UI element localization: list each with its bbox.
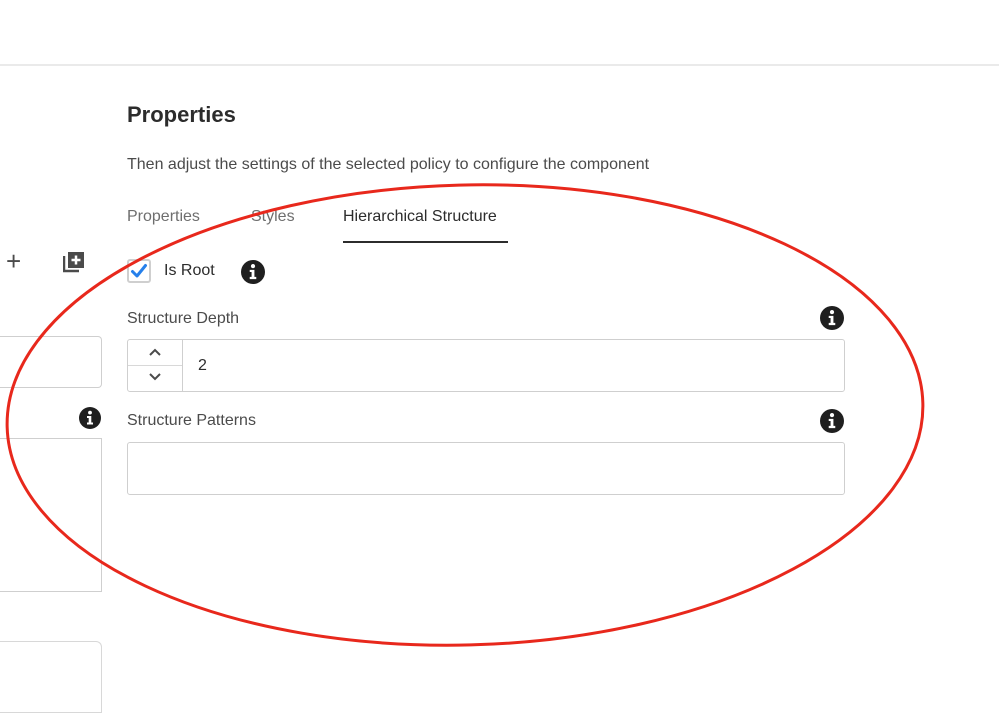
is-root-checkbox[interactable]: [127, 259, 151, 283]
header-divider: [0, 64, 999, 66]
info-icon[interactable]: [820, 409, 844, 438]
structure-depth-stepper: [128, 340, 183, 391]
info-icon[interactable]: [820, 306, 844, 335]
left-panel-box[interactable]: [0, 641, 102, 713]
left-input-field[interactable]: [0, 336, 102, 388]
structure-depth-field[interactable]: 2: [127, 339, 845, 392]
left-textarea[interactable]: [0, 438, 102, 592]
add-icon[interactable]: +: [6, 248, 21, 274]
active-tab-indicator: [343, 241, 508, 243]
increment-button[interactable]: [128, 340, 182, 366]
page-title: Properties: [127, 102, 236, 127]
checkmark-icon: [131, 264, 147, 278]
structure-patterns-label: Structure Patterns: [127, 412, 256, 429]
info-icon[interactable]: [241, 260, 265, 289]
info-icon[interactable]: [79, 407, 101, 434]
tab-properties[interactable]: Properties: [127, 208, 200, 226]
decrement-button[interactable]: [128, 365, 182, 390]
page-subtitle: Then adjust the settings of the selected…: [127, 156, 650, 173]
tab-styles[interactable]: Styles: [251, 208, 295, 226]
structure-depth-label: Structure Depth: [127, 310, 240, 327]
chevron-up-icon: [149, 348, 161, 356]
chevron-down-icon: [149, 373, 161, 381]
structure-depth-value[interactable]: 2: [198, 357, 207, 375]
is-root-label: Is Root: [164, 262, 215, 279]
copy-icon[interactable]: [62, 251, 85, 273]
tab-hierarchical-structure[interactable]: Hierarchical Structure: [343, 208, 497, 226]
structure-patterns-input[interactable]: [127, 442, 845, 495]
